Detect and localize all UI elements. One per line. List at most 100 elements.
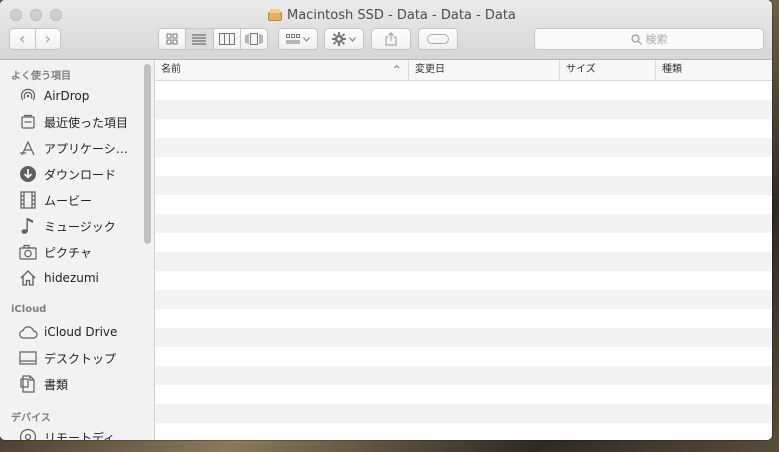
sidebar-item-label: 書類: [44, 377, 69, 392]
sidebar-item-home[interactable]: hidezumi: [18, 267, 140, 289]
sidebar-item-movies[interactable]: ムービー: [18, 189, 140, 211]
home-icon: [18, 268, 38, 288]
arrange-button[interactable]: [278, 28, 318, 50]
share-button[interactable]: [371, 28, 411, 50]
finder-window: Macintosh SSD - Data - Data - Data ‹ › 検…: [0, 0, 772, 440]
column-header-kind[interactable]: 種類: [655, 60, 772, 80]
sidebar-item-icloud-drive[interactable]: iCloud Drive: [18, 321, 140, 343]
list-row: [155, 271, 772, 290]
sidebar-item-label: デスクトップ: [44, 351, 117, 366]
list-row: [155, 195, 772, 214]
search-icon: [630, 33, 642, 45]
list-row: [155, 404, 772, 423]
list-row: [155, 176, 772, 195]
cloud-icon: [18, 322, 38, 342]
chevron-down-icon: [349, 36, 356, 42]
cover-flow-icon: [245, 33, 263, 45]
recents-icon: [18, 112, 38, 132]
sidebar-heading-favorites: よく使う項目: [11, 71, 71, 82]
sidebar-item-label: アプリケーシ…: [44, 141, 128, 156]
column-header-size[interactable]: サイズ: [559, 60, 655, 80]
sidebar: よく使う項目 AirDrop 最近使った項目 アプリケーシ… ダウンロード ムー…: [0, 60, 155, 440]
pictures-icon: [18, 242, 38, 262]
list-row: [155, 290, 772, 309]
list-row: [155, 157, 772, 176]
zoom-button[interactable]: [50, 9, 62, 21]
list-row: [155, 100, 772, 119]
search-field[interactable]: 検索: [534, 28, 764, 50]
sidebar-scrollbar[interactable]: [144, 64, 151, 244]
sidebar-item-music[interactable]: ミュージック: [18, 215, 140, 237]
list-row: [155, 233, 772, 252]
column-header-label: サイズ: [566, 64, 596, 75]
sidebar-item-pictures[interactable]: ピクチャ: [18, 241, 140, 263]
sidebar-item-label: AirDrop: [44, 89, 90, 103]
column-view-button[interactable]: [212, 29, 240, 49]
list-row: [155, 138, 772, 157]
back-button[interactable]: ‹: [10, 29, 35, 49]
sidebar-item-label: ミュージック: [44, 219, 116, 234]
titlebar: Macintosh SSD - Data - Data - Data ‹ › 検…: [0, 0, 772, 60]
remote-disc-icon: [18, 427, 38, 440]
sidebar-item-label: ムービー: [44, 193, 93, 208]
airdrop-icon: [18, 86, 38, 106]
cover-flow-button[interactable]: [239, 29, 267, 49]
list-row: [155, 385, 772, 404]
documents-icon: [18, 374, 38, 394]
list-header: 名前 ^ 変更日 サイズ 種類: [155, 60, 772, 81]
sidebar-item-downloads[interactable]: ダウンロード: [18, 163, 140, 185]
share-icon: [385, 32, 397, 46]
view-mode-group: [158, 28, 268, 50]
list-row: [155, 214, 772, 233]
sidebar-item-applications[interactable]: アプリケーシ…: [18, 137, 140, 159]
file-list: 名前 ^ 変更日 サイズ 種類: [155, 60, 772, 440]
sidebar-heading-devices: デバイス: [11, 413, 51, 424]
column-header-date-modified[interactable]: 変更日: [408, 60, 559, 80]
sidebar-item-label: ダウンロード: [44, 167, 117, 182]
list-row: [155, 328, 772, 347]
window-title: Macintosh SSD - Data - Data - Data: [268, 6, 516, 24]
close-button[interactable]: [10, 9, 22, 21]
window-title-text: Macintosh SSD - Data - Data - Data: [287, 7, 516, 23]
column-header-label: 変更日: [415, 64, 445, 75]
window-controls: [10, 9, 62, 21]
column-view-icon: [218, 33, 235, 45]
list-row: [155, 423, 772, 440]
forward-button[interactable]: ›: [34, 29, 61, 49]
icon-view-icon: [166, 33, 178, 45]
edit-tags-button[interactable]: [418, 28, 458, 50]
drive-icon: [268, 8, 282, 22]
list-row: [155, 252, 772, 271]
sidebar-item-label: リモートディ…: [44, 430, 128, 441]
back-forward-group: ‹ ›: [9, 28, 61, 50]
minimize-button[interactable]: [30, 9, 42, 21]
list-view-button[interactable]: [185, 29, 213, 49]
sidebar-item-recents[interactable]: 最近使った項目: [18, 111, 140, 133]
sidebar-item-documents[interactable]: 書類: [18, 373, 140, 395]
list-row: [155, 119, 772, 138]
sidebar-heading-icloud: iCloud: [11, 304, 47, 315]
gear-icon: [332, 32, 346, 46]
sidebar-item-remote-disc[interactable]: リモートディ…: [18, 426, 140, 440]
action-button[interactable]: [324, 28, 364, 50]
tag-icon: [427, 34, 449, 44]
arrange-icon: [286, 34, 300, 44]
sidebar-item-desktop[interactable]: デスクトップ: [18, 347, 140, 369]
chevron-down-icon: [303, 36, 310, 42]
list-view-icon: [192, 34, 207, 45]
sidebar-item-airdrop[interactable]: AirDrop: [18, 85, 140, 107]
icon-view-button[interactable]: [159, 29, 185, 49]
movies-icon: [18, 190, 38, 210]
applications-icon: [18, 138, 38, 158]
column-header-name[interactable]: 名前: [155, 60, 408, 80]
column-header-label: 種類: [662, 64, 682, 75]
sort-ascending-icon: ^: [393, 65, 401, 75]
sidebar-item-label: 最近使った項目: [44, 115, 129, 130]
sidebar-item-label: hidezumi: [44, 271, 99, 285]
list-row: [155, 81, 772, 100]
list-rows: [155, 81, 772, 440]
desktop-icon: [18, 348, 38, 368]
column-header-label: 名前: [161, 64, 181, 75]
list-row: [155, 366, 772, 385]
downloads-icon: [18, 164, 38, 184]
